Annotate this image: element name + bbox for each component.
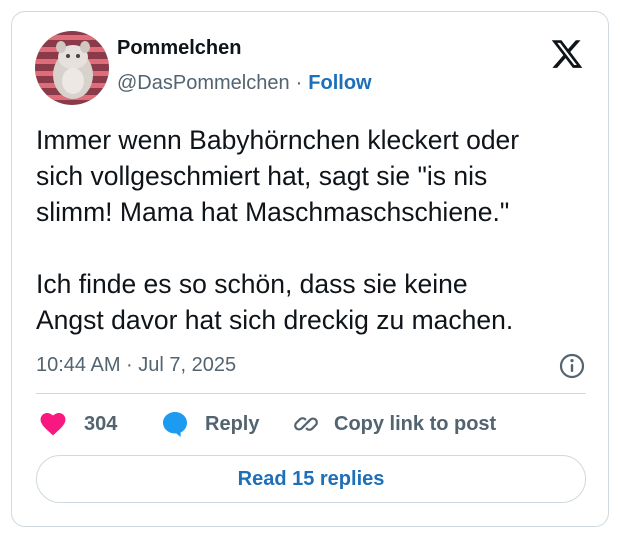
separator-dot: · bbox=[295, 72, 303, 94]
author-handle[interactable]: @DasPommelchen bbox=[117, 72, 290, 95]
tweet-line: Ich finde es so schön, dass sie keine bbox=[36, 269, 468, 299]
like-count: 304 bbox=[84, 412, 118, 435]
avatar[interactable] bbox=[35, 31, 109, 105]
divider bbox=[36, 393, 586, 394]
follow-button[interactable]: Follow bbox=[308, 72, 371, 95]
tweet-card: Pommelchen @DasPommelchen · Follow Immer… bbox=[11, 11, 609, 527]
timestamp[interactable]: 10:44 AM · Jul 7, 2025 bbox=[36, 354, 236, 377]
tweet-text: Immer wenn Babyhörnchen kleckert oder si… bbox=[36, 122, 596, 338]
reply-button[interactable]: Reply bbox=[161, 408, 259, 440]
read-replies-button[interactable]: Read 15 replies bbox=[36, 455, 586, 503]
info-icon[interactable] bbox=[558, 352, 586, 380]
speech-bubble-icon bbox=[163, 412, 187, 437]
x-logo-icon[interactable] bbox=[550, 37, 584, 71]
author-name[interactable]: Pommelchen bbox=[117, 37, 241, 60]
like-button[interactable]: 304 bbox=[40, 408, 117, 440]
reply-label: Reply bbox=[205, 412, 260, 435]
heart-icon bbox=[40, 412, 66, 436]
tweet-line: Angst davor hat sich dreckig zu machen. bbox=[36, 305, 514, 335]
link-icon bbox=[294, 417, 318, 431]
tweet-line: slimm! Mama hat Maschmaschschiene." bbox=[36, 197, 510, 227]
tweet-line: Immer wenn Babyhörnchen kleckert oder bbox=[36, 125, 520, 155]
author-handle-row: @DasPommelchen · Follow bbox=[117, 72, 372, 95]
copy-link-button[interactable]: Copy link to post bbox=[292, 408, 496, 440]
tweet-line: sich vollgeschmiert hat, sagt sie "is ni… bbox=[36, 161, 488, 191]
copy-link-label: Copy link to post bbox=[334, 412, 497, 435]
